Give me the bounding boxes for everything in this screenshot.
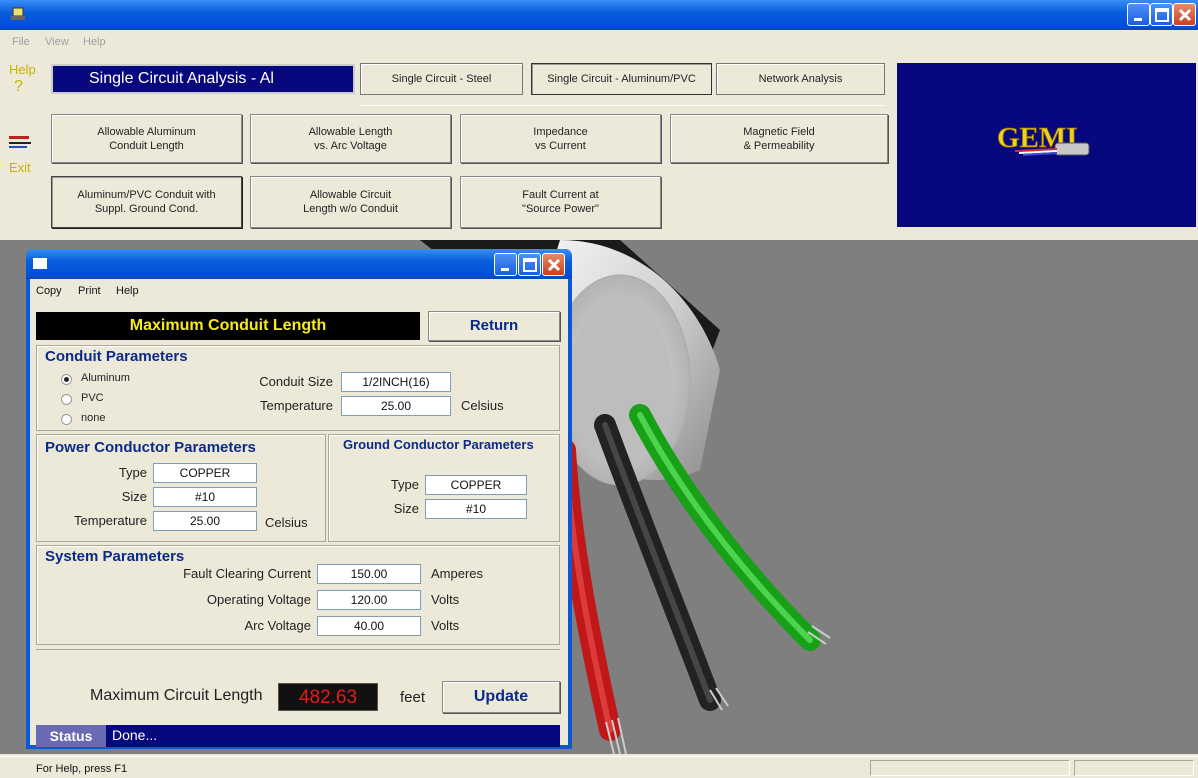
ground-conductor-group: Ground Conductor Parameters Type COPPER …: [328, 434, 560, 542]
max-circuit-length-value: 482.63: [278, 683, 378, 711]
main-window: File View Help Help ? Exit Single Circui…: [0, 0, 1198, 778]
power-size-field[interactable]: #10: [153, 487, 257, 507]
dialog-minimize-button[interactable]: [494, 253, 517, 276]
allowable-length-vs-arc-voltage-button[interactable]: Allowable Length vs. Arc Voltage: [250, 114, 451, 163]
ground-type-field[interactable]: COPPER: [425, 475, 527, 495]
power-temperature-label: Temperature: [74, 513, 147, 528]
tab-single-circuit-aluminum-pvc[interactable]: Single Circuit - Aluminum/PVC: [531, 63, 712, 95]
maximize-icon: [1155, 8, 1169, 22]
maximize-icon: [523, 258, 537, 272]
logo-panel: GEMI: [897, 63, 1196, 227]
power-temperature-unit: Celsius: [265, 515, 308, 530]
tool-icon[interactable]: [8, 134, 32, 150]
close-icon: [547, 258, 561, 272]
minimize-icon: [1134, 18, 1142, 21]
power-conductor-title: Power Conductor Parameters: [45, 439, 256, 456]
maximize-button[interactable]: [1150, 3, 1173, 26]
close-button[interactable]: [1173, 3, 1196, 26]
fault-current-source-power-button[interactable]: Fault Current at "Source Power": [460, 176, 661, 228]
tab-single-circuit-steel[interactable]: Single Circuit - Steel: [360, 63, 523, 95]
sidebar-help[interactable]: Help: [9, 62, 36, 77]
dialog-heading: Maximum Conduit Length: [36, 312, 420, 340]
conduit-size-field[interactable]: 1/2INCH(16): [341, 372, 451, 392]
minimize-icon: [501, 268, 509, 271]
radio-none[interactable]: [61, 414, 72, 425]
tab-network-analysis[interactable]: Network Analysis: [716, 63, 885, 95]
power-type-field[interactable]: COPPER: [153, 463, 257, 483]
app-icon: [11, 7, 25, 20]
fault-clearing-current-field[interactable]: 150.00: [317, 564, 421, 584]
page-title: Single Circuit Analysis - Al: [51, 64, 355, 94]
fault-clearing-current-unit: Amperes: [431, 566, 484, 581]
radio-pvc-label: PVC: [81, 392, 104, 404]
minimize-button[interactable]: [1127, 3, 1150, 26]
dialog-titlebar[interactable]: [26, 249, 572, 279]
operating-voltage-unit: Volts: [431, 592, 460, 607]
radio-aluminum[interactable]: [61, 374, 72, 385]
menu-help[interactable]: Help: [83, 36, 106, 48]
operating-voltage-label: Operating Voltage: [206, 592, 311, 607]
arc-voltage-label: Arc Voltage: [244, 618, 312, 633]
power-conductor-group: Power Conductor Parameters Type COPPER S…: [36, 434, 326, 542]
status-text: For Help, press F1: [36, 763, 128, 775]
system-parameters-group: System Parameters Fault Clearing Current…: [36, 545, 560, 645]
gemi-logo: GEMI: [997, 122, 1090, 156]
statusbar: For Help, press F1: [0, 756, 1198, 778]
main-titlebar: [0, 0, 1198, 30]
allowable-aluminum-conduit-length-button[interactable]: Allowable Aluminum Conduit Length: [51, 114, 242, 163]
return-button[interactable]: Return: [428, 311, 560, 341]
close-icon: [1178, 8, 1192, 22]
divider: [360, 105, 885, 106]
aluminum-pvc-suppl-ground-button[interactable]: Aluminum/PVC Conduit with Suppl. Ground …: [51, 176, 242, 228]
power-size-label: Size: [121, 489, 147, 504]
menubar: File View Help: [0, 32, 1198, 52]
conduit-size-label: Conduit Size: [259, 374, 333, 389]
dialog-close-button[interactable]: [542, 253, 565, 276]
operating-voltage-field[interactable]: 120.00: [317, 590, 421, 610]
max-circuit-length-label: Maximum Circuit Length: [90, 687, 263, 704]
conduit-temperature-unit: Celsius: [461, 398, 504, 413]
dialog-maximize-button[interactable]: [518, 253, 541, 276]
conduit-parameters-title: Conduit Parameters: [45, 348, 188, 365]
arc-voltage-unit: Volts: [431, 618, 460, 633]
power-type-label: Type: [118, 465, 147, 480]
max-circuit-length-unit: feet: [400, 689, 426, 706]
status-label: Status: [36, 725, 106, 747]
conduit-parameters-group: Conduit Parameters Aluminum PVC none Con…: [36, 345, 560, 431]
dialog-menu-help[interactable]: Help: [116, 285, 139, 297]
magnetic-field-permeability-button[interactable]: Magnetic Field & Permeability: [670, 114, 888, 163]
status-pane-2: [1074, 760, 1194, 776]
dialog-menu-print[interactable]: Print: [78, 285, 101, 297]
impedance-vs-current-button[interactable]: Impedance vs Current: [460, 114, 661, 163]
radio-none-label: none: [81, 412, 106, 424]
radio-aluminum-label: Aluminum: [81, 372, 130, 384]
conduit-temperature-field[interactable]: 25.00: [341, 396, 451, 416]
status-message: Done...: [112, 727, 158, 743]
dialog-icon: [33, 258, 47, 269]
update-button[interactable]: Update: [442, 681, 560, 713]
system-parameters-title: System Parameters: [45, 548, 185, 565]
menu-view[interactable]: View: [45, 36, 69, 48]
ground-size-field[interactable]: #10: [425, 499, 527, 519]
allowable-circuit-length-button[interactable]: Allowable Circuit Length w/o Conduit: [250, 176, 451, 228]
ground-type-label: Type: [390, 477, 419, 492]
sidebar-question[interactable]: ?: [14, 78, 23, 96]
arc-voltage-field[interactable]: 40.00: [317, 616, 421, 636]
menu-file[interactable]: File: [12, 36, 30, 48]
fault-clearing-current-label: Fault Clearing Current: [183, 566, 311, 581]
radio-pvc[interactable]: [61, 394, 72, 405]
sidebar-exit[interactable]: Exit: [9, 160, 31, 175]
analysis-dialog: Copy Print Help Maximum Conduit Length R…: [26, 249, 572, 749]
ground-conductor-title: Ground Conductor Parameters: [343, 437, 534, 452]
power-temperature-field[interactable]: 25.00: [153, 511, 257, 531]
dialog-status-bar: Status Done...: [36, 725, 560, 747]
dialog-menu-copy[interactable]: Copy: [36, 285, 62, 297]
conduit-temperature-label: Temperature: [260, 398, 333, 413]
status-pane: [870, 760, 1070, 776]
dialog-body: Copy Print Help Maximum Conduit Length R…: [30, 279, 568, 747]
ground-size-label: Size: [393, 501, 419, 516]
